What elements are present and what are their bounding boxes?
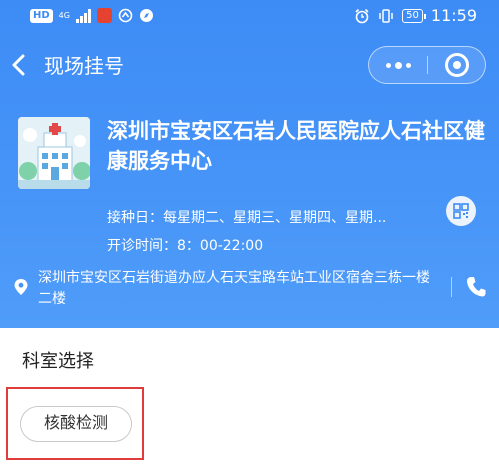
signal-icon	[75, 8, 91, 23]
network-type: 4G	[58, 10, 70, 20]
vaccination-days: 接种日：每星期二、星期三、星期四、星期...	[107, 210, 387, 226]
hospital-building-icon	[18, 117, 90, 189]
hospital-name: 深圳市宝安区石岩人民医院应人石社区健康服务中心	[107, 119, 485, 173]
department-option-nucleic-acid-test[interactable]: 核酸检测	[20, 406, 132, 442]
capsule-divider	[427, 56, 428, 74]
battery-indicator: 50	[402, 8, 426, 23]
status-bar-left: HD 4G	[30, 8, 154, 23]
hospital-address: 深圳市宝安区石岩街道办应人石天宝路车站工业区宿舍三栋一楼二楼	[38, 270, 430, 307]
more-dots-icon[interactable]	[369, 47, 427, 83]
qr-code-icon	[453, 203, 469, 219]
location-pin-icon	[14, 279, 28, 295]
alarm-icon	[355, 8, 369, 23]
department-heading: 科室选择	[22, 351, 94, 372]
chat-notification-icon	[118, 8, 133, 23]
qr-code-button[interactable]	[446, 196, 476, 226]
compass-notification-icon	[139, 9, 153, 22]
navigation-bar: 现场挂号	[0, 44, 499, 88]
status-bar: HD 4G 50 11:59	[0, 0, 499, 34]
status-bar-right: 50 11:59	[354, 6, 477, 25]
address-divider	[451, 277, 452, 297]
vibrate-icon	[379, 8, 393, 23]
clock: 11:59	[430, 6, 477, 25]
hospital-header: HD 4G 50 11:59 现场挂号 深圳市宝安区石岩人民医院应人石社区健康服…	[0, 0, 499, 328]
miniapp-capsule	[368, 46, 486, 84]
phone-icon[interactable]	[466, 276, 486, 298]
hd-badge: HD	[30, 8, 53, 23]
page-title: 现场挂号	[44, 54, 124, 78]
opening-hours: 开诊时间：8：00-22:00	[107, 238, 264, 254]
app-notification-icon	[96, 8, 112, 23]
back-chevron-icon[interactable]	[8, 52, 30, 78]
miniapp-close-icon[interactable]	[445, 53, 469, 77]
